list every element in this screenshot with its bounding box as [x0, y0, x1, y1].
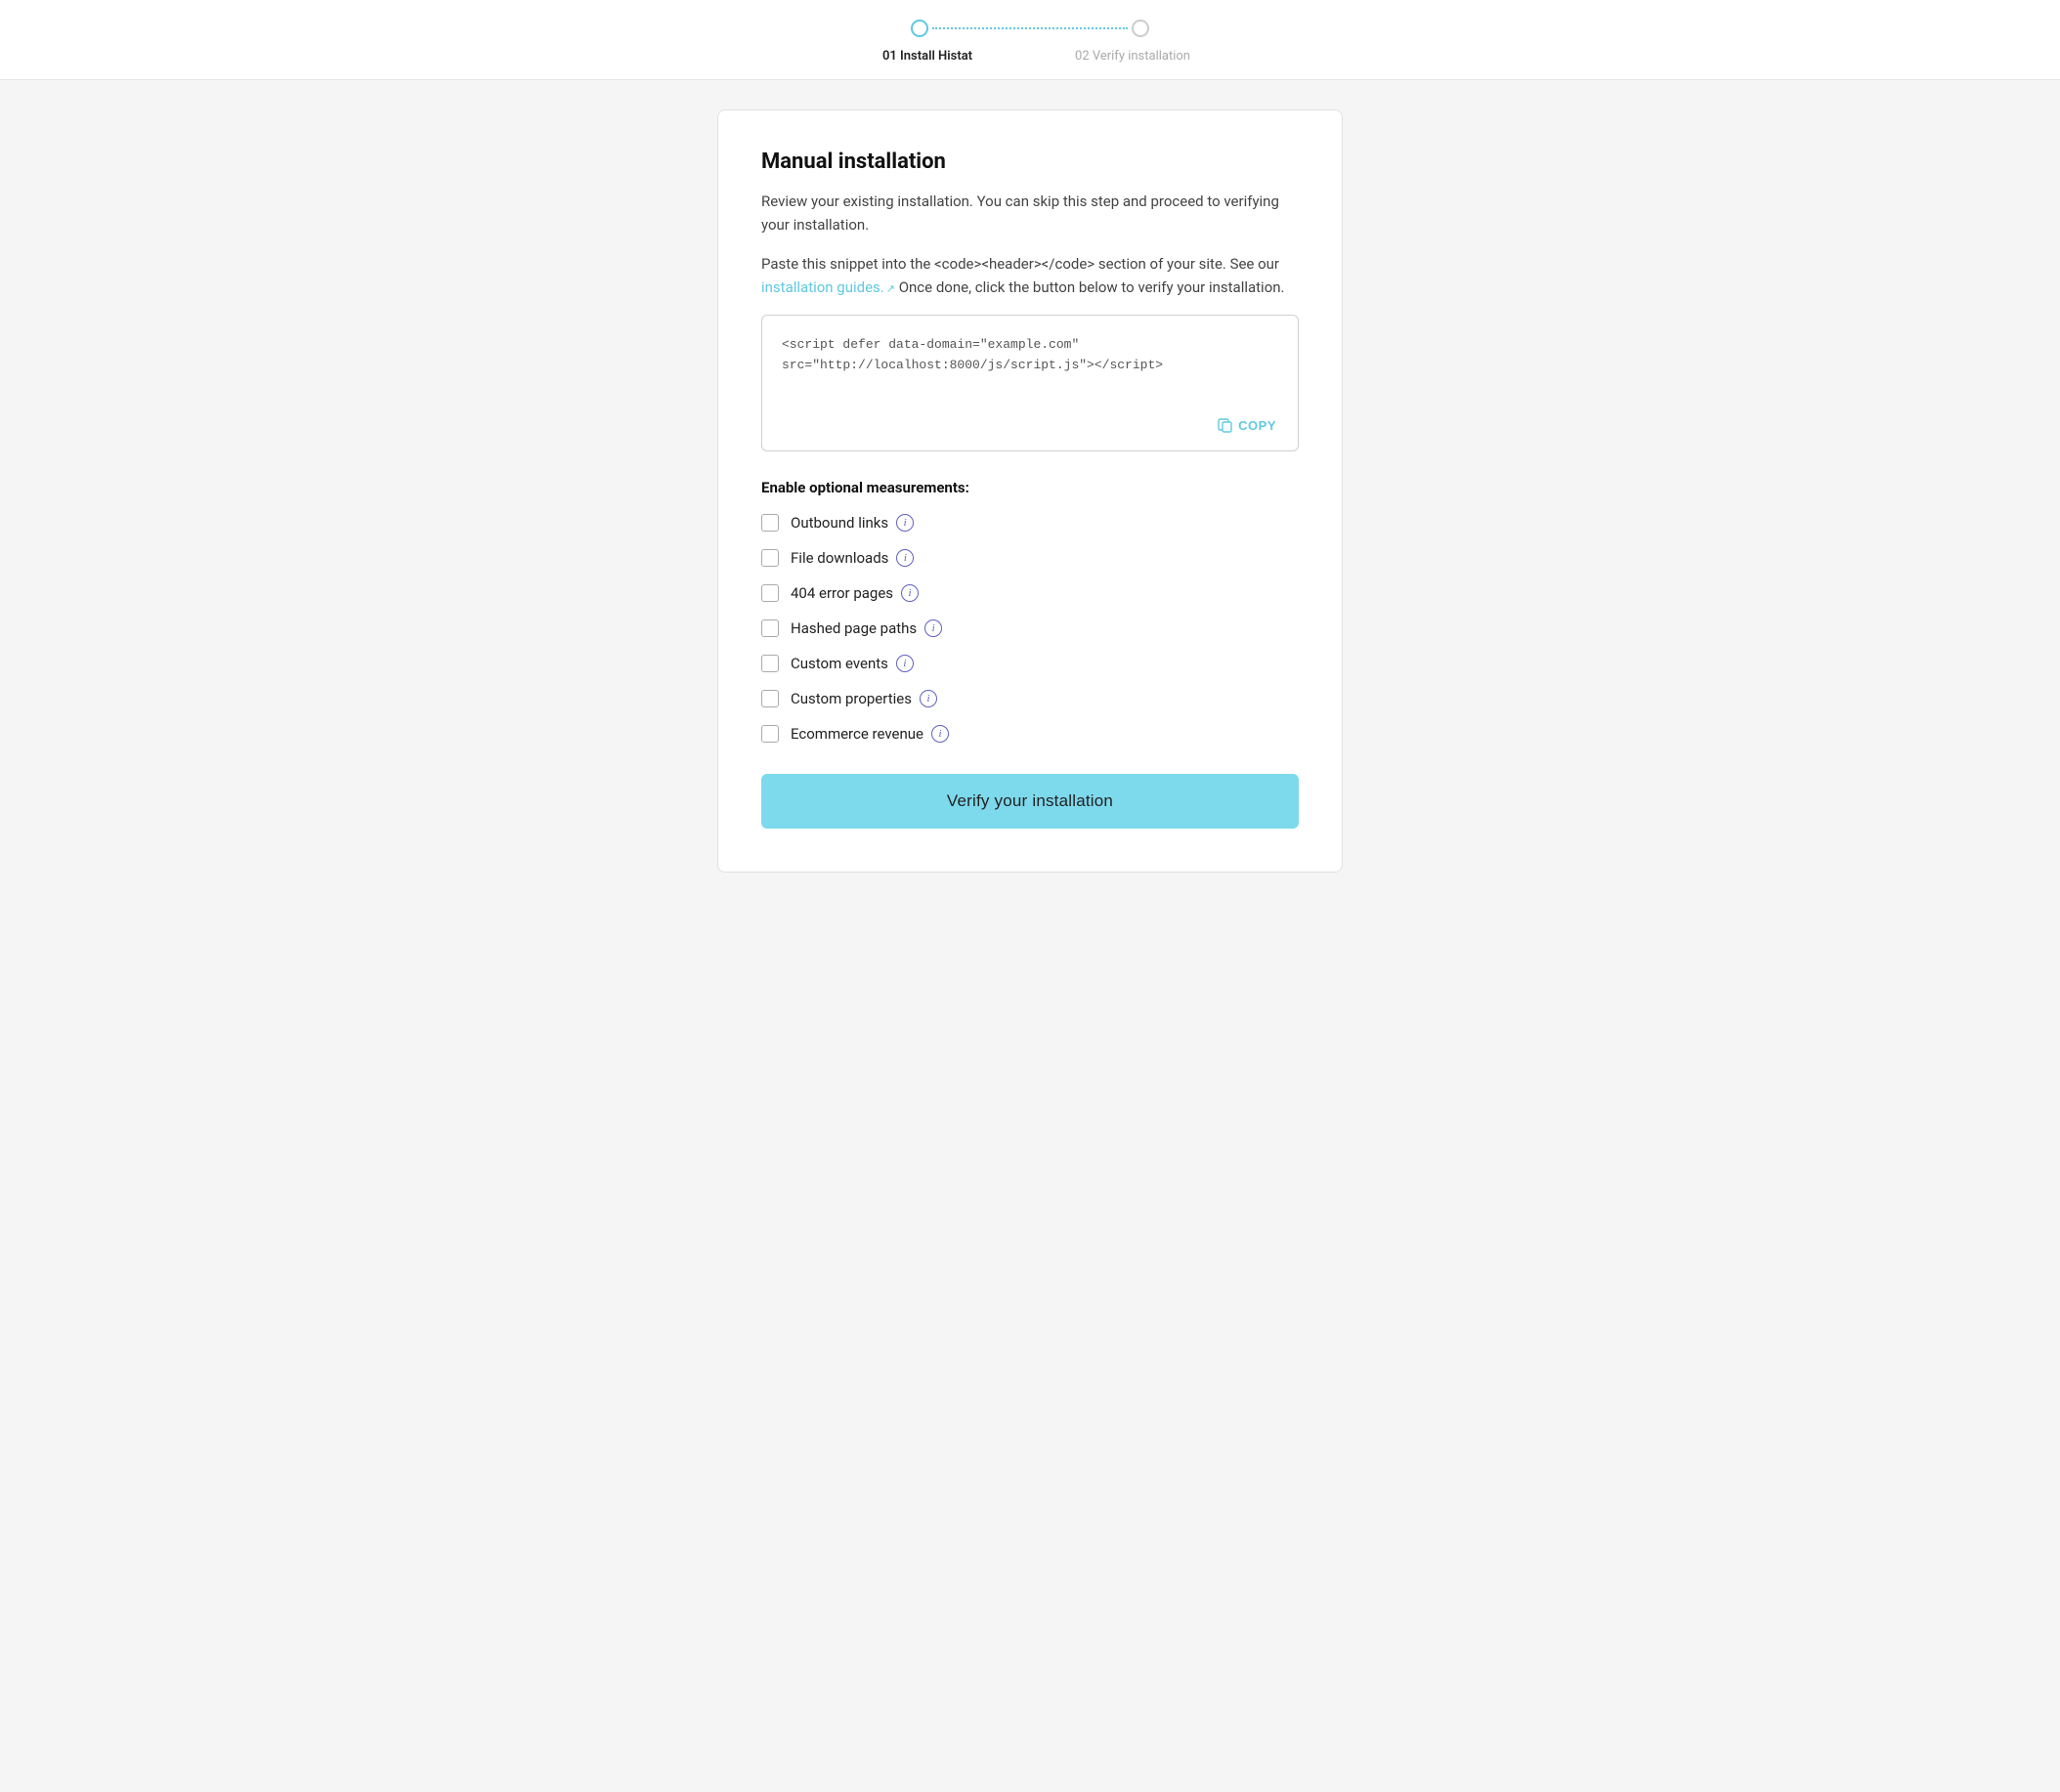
external-link-icon: ↗: [886, 280, 895, 298]
checkbox-ecommerce-revenue-input[interactable]: [761, 725, 779, 743]
step-line: [932, 27, 1128, 29]
step1-label: 01 Install Histat: [864, 49, 991, 64]
checkbox-file-downloads-input[interactable]: [761, 549, 779, 567]
checkbox-404-pages-label: 404 error pages i: [791, 584, 919, 602]
step1-circle: [911, 20, 928, 37]
checkbox-hashed-page-paths-label: Hashed page paths i: [791, 619, 942, 637]
404-pages-info-icon[interactable]: i: [901, 584, 919, 602]
checkbox-file-downloads[interactable]: File downloads i: [761, 549, 1299, 567]
custom-properties-info-icon[interactable]: i: [920, 690, 937, 707]
stepper-bar: 01 Install Histat 02 Verify installation: [0, 0, 2060, 80]
ecommerce-revenue-info-icon[interactable]: i: [931, 725, 949, 743]
checkbox-outbound-links[interactable]: Outbound links i: [761, 514, 1299, 532]
checkbox-custom-properties-input[interactable]: [761, 690, 779, 707]
checkbox-outbound-links-input[interactable]: [761, 514, 779, 532]
main-card: Manual installation Review your existing…: [717, 109, 1343, 873]
copy-icon: [1218, 417, 1233, 433]
checkbox-custom-events-input[interactable]: [761, 655, 779, 672]
installation-guides-link[interactable]: installation guides.↗: [761, 278, 895, 296]
code-box: <script defer data-domain="example.com" …: [761, 315, 1299, 451]
checkbox-list: Outbound links i File downloads i 404 er…: [761, 514, 1299, 743]
stepper: [911, 20, 1149, 37]
code-snippet: <script defer data-domain="example.com" …: [782, 335, 1278, 376]
checkbox-custom-properties-label: Custom properties i: [791, 690, 937, 707]
step2-circle: [1132, 20, 1149, 37]
checkbox-file-downloads-label: File downloads i: [791, 549, 914, 567]
page-title: Manual installation: [761, 149, 1299, 174]
checkbox-custom-properties[interactable]: Custom properties i: [761, 690, 1299, 707]
desc1: Review your existing installation. You c…: [761, 190, 1299, 236]
hashed-page-paths-info-icon[interactable]: i: [924, 619, 942, 637]
outbound-links-info-icon[interactable]: i: [896, 514, 914, 532]
checkbox-hashed-page-paths-input[interactable]: [761, 619, 779, 637]
desc2: Paste this snippet into the <code><heade…: [761, 252, 1299, 299]
checkbox-404-pages[interactable]: 404 error pages i: [761, 584, 1299, 602]
checkbox-custom-events[interactable]: Custom events i: [761, 655, 1299, 672]
file-downloads-info-icon[interactable]: i: [896, 549, 914, 567]
custom-events-info-icon[interactable]: i: [896, 655, 914, 672]
checkbox-outbound-links-label: Outbound links i: [791, 514, 914, 532]
step-labels: 01 Install Histat 02 Verify installation: [864, 49, 1196, 64]
checkbox-ecommerce-revenue[interactable]: Ecommerce revenue i: [761, 725, 1299, 743]
verify-button[interactable]: Verify your installation: [761, 774, 1299, 829]
checkbox-ecommerce-revenue-label: Ecommerce revenue i: [791, 725, 949, 743]
measurements-title: Enable optional measurements:: [761, 479, 1299, 496]
checkbox-hashed-page-paths[interactable]: Hashed page paths i: [761, 619, 1299, 637]
step2-label: 02 Verify installation: [1069, 49, 1196, 64]
copy-button[interactable]: COPY: [1212, 413, 1282, 437]
checkbox-404-pages-input[interactable]: [761, 584, 779, 602]
copy-label: COPY: [1238, 418, 1276, 433]
checkbox-custom-events-label: Custom events i: [791, 655, 914, 672]
